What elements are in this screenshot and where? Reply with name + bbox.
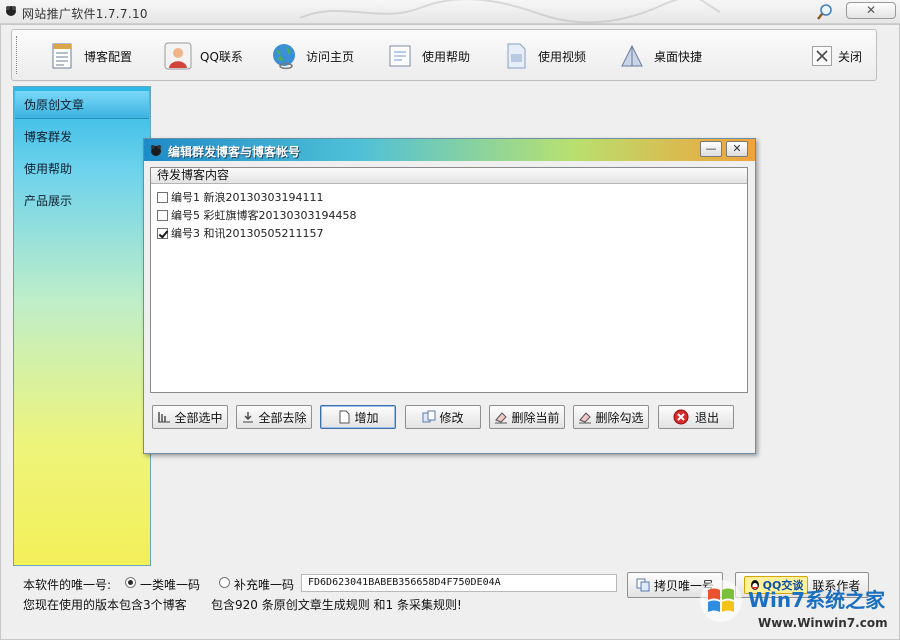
delete-current-button[interactable]: 删除当前 [489,405,565,429]
windows-logo-icon [700,580,742,622]
sidebar-item-blog-mass-post[interactable]: 博客群发 [15,123,149,151]
copy-icon [636,578,650,592]
delete-checked-button[interactable]: 删除勾选 [573,405,649,429]
pending-blog-list[interactable]: 待发博客内容 编号1 新浪20130303194111 编号5 彩虹旗博客201… [150,167,748,393]
deselect-all-button[interactable]: 全部去除 [236,405,312,429]
toolbar-desktop-shortcut-button[interactable]: 桌面快捷 [618,40,702,72]
rules-info: 包含920 条原创文章生成规则 和1 条采集规则! [211,598,462,612]
app-icon [151,145,161,156]
button-label: 删除当前 [511,410,560,425]
toolbar: 博客配置 QQ联系 访问主页 使用帮助 使用视频 桌面快捷 关闭 [11,29,877,81]
dialog-title-bar[interactable]: 编辑群发博客与博客帐号 — ✕ [144,139,755,161]
button-label: 增加 [354,410,379,425]
video-file-icon [507,43,526,69]
select-all-icon [158,412,171,423]
row-label: 编号3 和讯20130505211157 [171,227,324,240]
row-checkbox[interactable] [157,209,168,221]
list-item[interactable]: 编号5 彩虹旗博客20130303194458 [157,206,356,224]
radio-primary-label: 一类唯一码 [140,578,201,592]
watermark: Win7系统之家 Www.Winwin7.com [698,572,898,638]
toolbar-label: 访问主页 [306,49,355,64]
select-all-button[interactable]: 全部选中 [152,405,228,429]
button-label: 全部去除 [258,410,307,425]
toolbar-grip [16,36,18,74]
row-label: 编号5 彩虹旗博客20130303194458 [171,209,357,222]
unique-code-field[interactable]: FD6D623041BABEB356658D4F750DE04A [301,574,617,592]
row-label: 编号1 新浪20130303194111 [171,191,324,204]
new-document-icon [339,410,350,424]
globe-icon [273,44,295,70]
toolbar-label: QQ联系 [200,49,243,64]
dialog-title: 编辑群发博客与博客帐号 [168,145,301,159]
edit-blog-dialog: 编辑群发博客与博客帐号 — ✕ 待发博客内容 编号1 新浪20130303194… [143,138,756,454]
button-label: 退出 [694,410,719,425]
sidebar-item-pseudo-original[interactable]: 伪原创文章 [15,91,149,119]
swirl-decoration [300,0,720,24]
title-bar: 网站推广软件1.7.7.10 ✕ [0,0,900,24]
exit-button[interactable]: 退出 [658,405,734,429]
eraser-icon [579,412,592,424]
toolbar-label: 桌面快捷 [654,49,703,64]
button-label: 删除勾选 [595,410,644,425]
toolbar-label: 使用视频 [538,49,587,64]
dialog-minimize-button[interactable]: — [700,141,722,157]
exit-icon [673,409,689,425]
button-label: 修改 [439,410,464,425]
row-checkbox[interactable] [157,191,168,203]
document-list-icon [52,43,72,69]
toolbar-label: 使用帮助 [422,49,471,64]
user-avatar-icon [164,42,192,70]
app-icon [6,6,16,16]
toolbar-help-button[interactable]: 使用帮助 [386,40,470,72]
toolbar-blog-config-button[interactable]: 博客配置 [48,40,132,72]
toolbar-qq-contact-button[interactable]: QQ联系 [164,40,243,72]
toolbar-close-button[interactable]: 关闭 [812,40,862,72]
edit-button[interactable]: 修改 [405,405,481,429]
unique-code-label: 本软件的唯一号: [23,578,112,592]
radio-primary-code[interactable] [125,577,136,588]
edit-document-icon [422,410,436,423]
help-document-icon [389,45,411,67]
button-label: 全部选中 [174,410,223,425]
toolbar-video-button[interactable]: 使用视频 [502,40,586,72]
deselect-all-icon [243,412,254,423]
dialog-close-button[interactable]: ✕ [726,141,748,157]
toolbar-label: 关闭 [838,49,863,64]
sidebar-item-product-showcase[interactable]: 产品展示 [15,187,149,215]
toolbar-homepage-button[interactable]: 访问主页 [270,40,354,72]
toolbar-label: 博客配置 [84,49,133,64]
window-close-button[interactable]: ✕ [846,2,896,19]
list-item[interactable]: 编号3 和讯20130505211157 [157,224,323,242]
radio-secondary-label: 补充唯一码 [234,578,295,592]
version-info: 您现在使用的版本包含3个博客 [23,598,187,612]
add-button[interactable]: 增加 [320,405,396,429]
radio-secondary-code[interactable] [219,577,230,588]
search-icon[interactable] [816,3,834,21]
row-checkbox[interactable] [157,227,168,239]
watermark-url: Www.Winwin7.com [758,616,888,630]
sidebar: 伪原创文章 博客群发 使用帮助 产品展示 [13,86,151,566]
window-title: 网站推广软件1.7.7.10 [22,7,148,21]
list-item[interactable]: 编号1 新浪20130303194111 [157,188,323,206]
eraser-icon [495,412,508,424]
list-header: 待发博客内容 [151,168,747,184]
watermark-title: Win7系统之家 [748,588,886,612]
sidebar-item-help[interactable]: 使用帮助 [15,155,149,183]
shortcut-icon [621,44,643,67]
close-icon [812,46,832,66]
